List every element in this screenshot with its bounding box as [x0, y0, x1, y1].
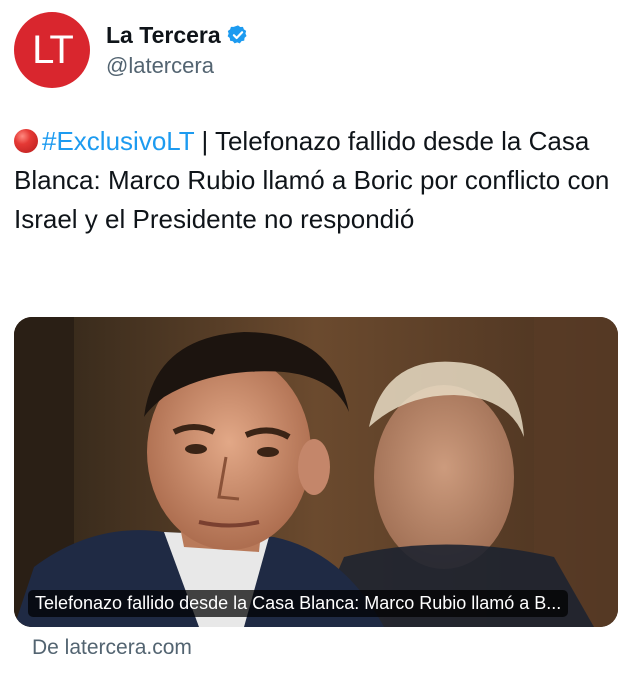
red-circle-icon — [14, 129, 38, 153]
display-name[interactable]: La Tercera — [106, 22, 221, 49]
card-photo — [14, 317, 618, 627]
hashtag-link[interactable]: #ExclusivoLT — [42, 126, 194, 156]
tweet-text: #ExclusivoLT | Telefonazo fallido desde … — [14, 122, 614, 239]
account-names: La Tercera @latercera — [106, 22, 249, 79]
card-source-link[interactable]: De latercera.com — [32, 636, 192, 660]
link-card[interactable]: Telefonazo fallido desde la Casa Blanca:… — [14, 317, 618, 627]
verified-badge-icon — [227, 25, 247, 44]
separator: | — [194, 126, 215, 156]
account-avatar[interactable]: LT — [14, 12, 90, 88]
tweet-header: LT La Tercera @latercera — [14, 12, 249, 88]
display-name-row: La Tercera — [106, 22, 249, 49]
card-title: Telefonazo fallido desde la Casa Blanca:… — [28, 590, 569, 617]
account-handle[interactable]: @latercera — [106, 53, 249, 79]
